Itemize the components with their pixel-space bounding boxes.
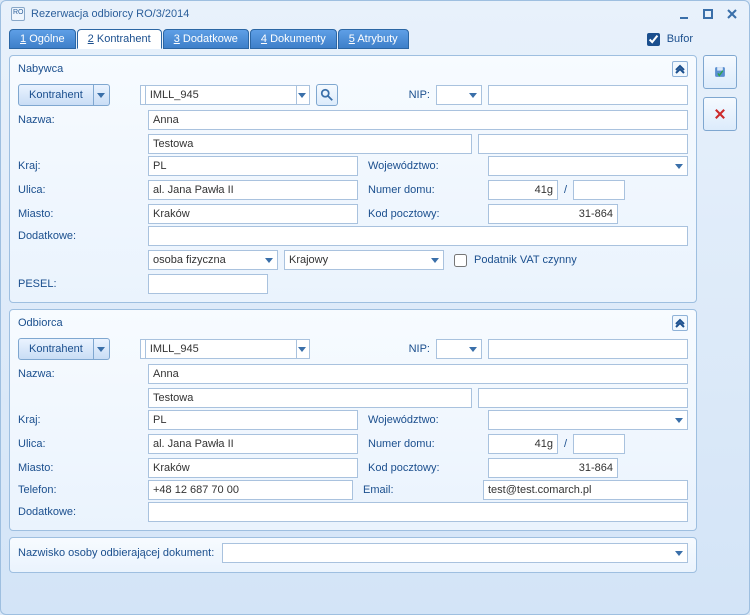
collapse-odbiorca[interactable] bbox=[672, 315, 688, 331]
nabywca-panel: Nabywca Kontrahent NIP: bbox=[9, 55, 697, 303]
nip-input-nabywca[interactable] bbox=[488, 85, 688, 105]
bufor-checkbox-input[interactable] bbox=[647, 33, 660, 46]
nip-input-odbiorca[interactable] bbox=[488, 339, 688, 359]
kontrahent-value-nabywca[interactable] bbox=[140, 85, 310, 105]
app-icon bbox=[11, 7, 25, 21]
nrd2-input-odbiorca[interactable] bbox=[573, 434, 625, 454]
kontrahent-button-dropdown-odbiorca[interactable] bbox=[94, 338, 110, 360]
tab-dokumenty[interactable]: 4 Dokumenty bbox=[250, 29, 337, 49]
ulica-label-odbiorca: Ulica: bbox=[18, 438, 138, 450]
nrd-input-nabywca[interactable] bbox=[488, 180, 558, 200]
dod-input-nabywca[interactable] bbox=[148, 226, 688, 246]
kraj-input-odbiorca[interactable] bbox=[148, 410, 358, 430]
tab-bar: 1 Ogólne 2 Kontrahent 3 Dodatkowe 4 Doku… bbox=[9, 29, 409, 49]
kraj-label-odbiorca: Kraj: bbox=[18, 414, 138, 426]
tel-input-odbiorca[interactable] bbox=[148, 480, 353, 500]
vat-checkbox-input[interactable] bbox=[454, 254, 467, 267]
typ2-select-nabywca[interactable]: Krajowy bbox=[284, 250, 444, 270]
tab-ogolne[interactable]: 1 Ogólne bbox=[9, 29, 76, 49]
nabywca-title: Nabywca bbox=[18, 63, 672, 75]
odbiorca-title: Odbiorca bbox=[18, 317, 672, 329]
dod-input-odbiorca[interactable] bbox=[148, 502, 688, 522]
kontrahent-button-main-odbiorca[interactable]: Kontrahent bbox=[18, 338, 94, 360]
typ1-select-nabywca[interactable]: osoba fizyczna bbox=[148, 250, 278, 270]
woj-select-nabywca[interactable] bbox=[488, 156, 688, 176]
save-button[interactable] bbox=[703, 55, 737, 89]
tel-label-odbiorca: Telefon: bbox=[18, 484, 138, 496]
nip-label-odbiorca: NIP: bbox=[409, 343, 430, 355]
ulica-label-nabywca: Ulica: bbox=[18, 184, 138, 196]
bufor-checkbox[interactable]: Bufor bbox=[643, 30, 693, 49]
ulica-input-odbiorca[interactable] bbox=[148, 434, 358, 454]
nip-label-nabywca: NIP: bbox=[409, 89, 430, 101]
kraj-input-nabywca[interactable] bbox=[148, 156, 358, 176]
nip-prefix-nabywca[interactable] bbox=[436, 85, 482, 105]
vat-checkbox[interactable]: Podatnik VAT czynny bbox=[450, 251, 577, 270]
miasto-input-nabywca[interactable] bbox=[148, 204, 358, 224]
kontrahent-button-nabywca[interactable]: Kontrahent bbox=[18, 84, 110, 106]
email-input-odbiorca[interactable] bbox=[483, 480, 688, 500]
kod-label-odbiorca: Kod pocztowy: bbox=[368, 462, 478, 474]
nazwa2-input-odbiorca[interactable] bbox=[148, 388, 472, 408]
kontrahent-value-input-nabywca[interactable] bbox=[145, 85, 297, 105]
woj-label-nabywca: Województwo: bbox=[368, 160, 478, 172]
dod-label-odbiorca: Dodatkowe: bbox=[18, 506, 138, 518]
close-button[interactable] bbox=[725, 7, 739, 21]
nazwa-label-odbiorca: Nazwa: bbox=[18, 368, 138, 380]
nazwa1-input-odbiorca[interactable] bbox=[148, 364, 688, 384]
nrd-input-odbiorca[interactable] bbox=[488, 434, 558, 454]
kontrahent-button-main[interactable]: Kontrahent bbox=[18, 84, 94, 106]
footer-label: Nazwisko osoby odbierającej dokument: bbox=[18, 547, 214, 559]
miasto-input-odbiorca[interactable] bbox=[148, 458, 358, 478]
minimize-button[interactable] bbox=[677, 7, 691, 21]
nrd-label-nabywca: Numer domu: bbox=[368, 184, 478, 196]
dod-label-nabywca: Dodatkowe: bbox=[18, 230, 138, 242]
pesel-input-nabywca[interactable] bbox=[148, 274, 268, 294]
nazwa3-input-odbiorca[interactable] bbox=[478, 388, 688, 408]
ulica-input-nabywca[interactable] bbox=[148, 180, 358, 200]
footer-select[interactable] bbox=[222, 543, 688, 563]
nazwa1-input-nabywca[interactable] bbox=[148, 110, 688, 130]
tab-atrybuty[interactable]: 5 Atrybuty bbox=[338, 29, 409, 49]
woj-label-odbiorca: Województwo: bbox=[368, 414, 478, 426]
cancel-button[interactable] bbox=[703, 97, 737, 131]
nrd-label-odbiorca: Numer domu: bbox=[368, 438, 478, 450]
window-title: Rezerwacja odbiorcy RO/3/2014 bbox=[31, 8, 677, 20]
titlebar: Rezerwacja odbiorcy RO/3/2014 bbox=[1, 1, 749, 27]
miasto-label-odbiorca: Miasto: bbox=[18, 462, 138, 474]
slash: / bbox=[564, 184, 567, 196]
kontrahent-button-dropdown[interactable] bbox=[94, 84, 110, 106]
odbiorca-panel: Odbiorca Kontrahent NIP: bbox=[9, 309, 697, 531]
collapse-nabywca[interactable] bbox=[672, 61, 688, 77]
tab-dodatkowe[interactable]: 3 Dodatkowe bbox=[163, 29, 249, 49]
nazwa-label-nabywca: Nazwa: bbox=[18, 114, 138, 126]
pesel-label-nabywca: PESEL: bbox=[18, 278, 138, 290]
vat-label: Podatnik VAT czynny bbox=[474, 254, 577, 266]
email-label-odbiorca: Email: bbox=[363, 484, 473, 496]
kod-input-odbiorca[interactable] bbox=[488, 458, 618, 478]
bufor-label: Bufor bbox=[667, 33, 693, 45]
nip-prefix-odbiorca[interactable] bbox=[436, 339, 482, 359]
kontrahent-button-odbiorca[interactable]: Kontrahent bbox=[18, 338, 110, 360]
tab-kontrahent[interactable]: 2 Kontrahent bbox=[77, 29, 162, 49]
miasto-label-nabywca: Miasto: bbox=[18, 208, 138, 220]
kraj-label-nabywca: Kraj: bbox=[18, 160, 138, 172]
kod-label-nabywca: Kod pocztowy: bbox=[368, 208, 478, 220]
kontrahent-value-input-odbiorca[interactable] bbox=[145, 339, 297, 359]
maximize-button[interactable] bbox=[701, 7, 715, 21]
nazwa3-input-nabywca[interactable] bbox=[478, 134, 688, 154]
woj-select-odbiorca[interactable] bbox=[488, 410, 688, 430]
lookup-button-nabywca[interactable] bbox=[316, 84, 338, 106]
footer-panel: Nazwisko osoby odbierającej dokument: bbox=[9, 537, 697, 573]
nazwa2-input-nabywca[interactable] bbox=[148, 134, 472, 154]
kontrahent-value-odbiorca[interactable] bbox=[140, 339, 310, 359]
nrd2-input-nabywca[interactable] bbox=[573, 180, 625, 200]
kod-input-nabywca[interactable] bbox=[488, 204, 618, 224]
slash: / bbox=[564, 438, 567, 450]
